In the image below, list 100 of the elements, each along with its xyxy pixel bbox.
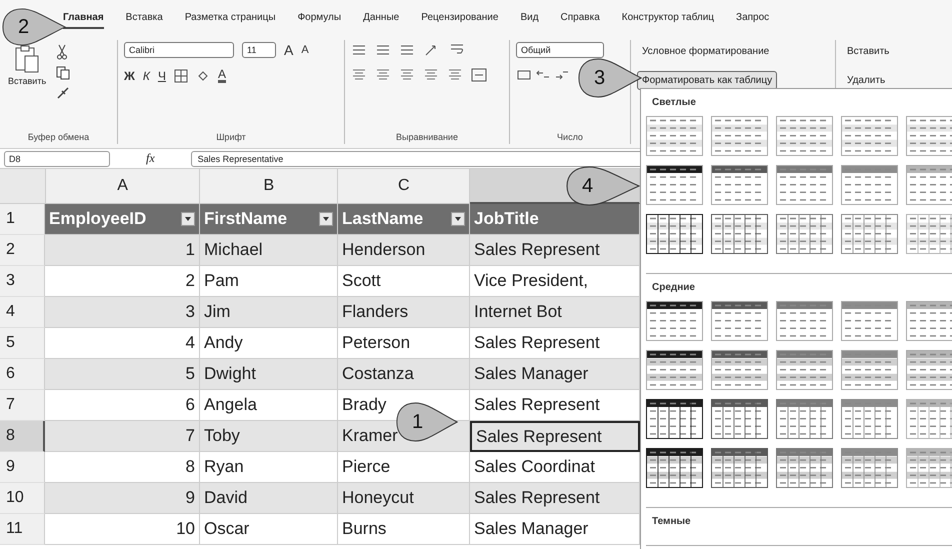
row-header[interactable]: 1 [0, 204, 45, 235]
table-style-icon[interactable] [711, 350, 768, 390]
column-header[interactable]: B [200, 169, 338, 204]
row-header[interactable]: 10 [0, 483, 45, 514]
group-label: Выравнивание [395, 132, 459, 144]
table-cell: Pam [200, 266, 338, 297]
number-format-dropdown[interactable]: Общий [516, 42, 604, 58]
row-header[interactable]: 11 [0, 514, 45, 545]
ribbon-tab[interactable]: Разметка страницы [184, 8, 276, 28]
table-style-icon[interactable] [646, 350, 703, 390]
align-icon[interactable] [399, 43, 415, 57]
table-style-icon[interactable] [646, 448, 703, 488]
bold-button[interactable]: Ж [124, 68, 135, 82]
borders-icon[interactable] [174, 68, 188, 82]
row-header[interactable]: 2 [0, 235, 45, 266]
insert-cells-button[interactable]: Вставить [842, 42, 894, 61]
table-cell: Flanders [338, 297, 470, 328]
table-style-icon[interactable] [711, 399, 768, 439]
table-cell: Ryan [200, 452, 338, 483]
align-icon[interactable] [375, 43, 391, 57]
table-cell: 8 [45, 452, 200, 483]
row-header[interactable]: 7 [0, 390, 45, 421]
table-cell: Burns [338, 514, 470, 545]
table-cell: David [200, 483, 338, 514]
table-style-icon[interactable] [711, 165, 768, 205]
shrink-font-button[interactable]: A [301, 44, 309, 56]
table-cell: Dwight [200, 359, 338, 390]
row-header[interactable]: 4 [0, 297, 45, 328]
table-style-icon[interactable] [711, 448, 768, 488]
section-title: Средние [651, 281, 696, 295]
scissors-icon[interactable] [56, 44, 68, 60]
table-cell: Costanza [338, 359, 470, 390]
ribbon-tab[interactable]: Вставка [126, 8, 163, 28]
table-cell: Angela [200, 390, 338, 421]
table-style-icon[interactable] [646, 301, 703, 341]
column-header[interactable]: C [338, 169, 470, 204]
table-cell: Sales Manager [470, 359, 640, 390]
table-style-icon[interactable] [646, 399, 703, 439]
table-cell: Internet Bot [470, 297, 640, 328]
italic-button[interactable]: К [142, 68, 150, 82]
font-color-button[interactable]: A [218, 68, 226, 83]
table-style-icon[interactable] [711, 214, 768, 254]
ribbon-tab[interactable]: Данные [363, 8, 400, 28]
name-box[interactable]: D8 [4, 150, 110, 166]
table-cell: Vice President, [470, 266, 640, 297]
section-title: Светлые [651, 96, 697, 110]
table-cell: 6 [45, 390, 200, 421]
copy-icon[interactable] [56, 66, 72, 80]
row-header[interactable]: 6 [0, 359, 45, 390]
row-header[interactable]: 3 [0, 266, 45, 297]
ribbon-tab[interactable]: Формулы [298, 8, 342, 28]
filter-dropdown-icon[interactable] [451, 212, 465, 226]
grow-font-button[interactable]: A [284, 42, 294, 58]
align-icon[interactable] [423, 68, 439, 82]
table-cell: Peterson [338, 328, 470, 359]
merge-icon[interactable] [471, 68, 487, 82]
font-family-dropdown[interactable]: Calibri [124, 42, 234, 58]
table-cell: Henderson [338, 235, 470, 266]
table-cell: Pierce [338, 452, 470, 483]
column-header[interactable]: A [46, 169, 200, 204]
table-cell: 3 [45, 297, 200, 328]
ribbon-tab[interactable]: Рецензирование [421, 8, 498, 28]
ribbon-tab[interactable]: Справка [560, 8, 600, 28]
align-icon[interactable] [351, 43, 367, 57]
table-cell: Sales Represent [470, 328, 640, 359]
align-icon[interactable] [351, 68, 367, 82]
ribbon-tab[interactable]: Запрос [736, 8, 770, 28]
table-cell: 10 [45, 514, 200, 545]
table-cell: Toby [200, 421, 338, 452]
align-icon[interactable] [447, 68, 463, 82]
row-header[interactable]: 9 [0, 452, 45, 483]
header-cell: LastName [338, 204, 470, 235]
table-cell: Sales Represent [470, 235, 640, 266]
table-cell: Sales Represent [470, 483, 640, 514]
callout: 3 [578, 58, 642, 98]
ribbon-tab[interactable]: Вид [520, 8, 539, 28]
section-title: Темные [651, 515, 692, 529]
table-cell: Sales Represent [470, 390, 640, 421]
delete-cells-button[interactable]: Удалить [842, 71, 890, 90]
table-style-icon[interactable] [646, 214, 703, 254]
table-cell: 5 [45, 359, 200, 390]
align-icon[interactable] [375, 68, 391, 82]
align-icon[interactable] [399, 68, 415, 82]
conditional-formatting-button[interactable]: Условное форматирование [637, 42, 774, 61]
row-header[interactable]: 8 [0, 421, 45, 452]
table-cell: Sales Represent [470, 421, 640, 452]
filter-dropdown-icon[interactable] [181, 212, 195, 226]
ribbon-tab[interactable]: Конструктор таблиц [622, 8, 714, 28]
filter-dropdown-icon[interactable] [319, 212, 333, 226]
group-label: Буфер обмена [26, 132, 90, 144]
font-size-dropdown[interactable]: 11 [242, 42, 276, 58]
table-style-icon[interactable] [711, 301, 768, 341]
function-button[interactable]: fx [116, 151, 185, 166]
table-cell: Andy [200, 328, 338, 359]
table-style-icon[interactable] [646, 165, 703, 205]
table-cell: 4 [45, 328, 200, 359]
underline-button[interactable]: Ч [158, 68, 166, 82]
row-header[interactable]: 5 [0, 328, 45, 359]
callout: 1 [396, 402, 458, 442]
group-label: Число [556, 132, 584, 144]
